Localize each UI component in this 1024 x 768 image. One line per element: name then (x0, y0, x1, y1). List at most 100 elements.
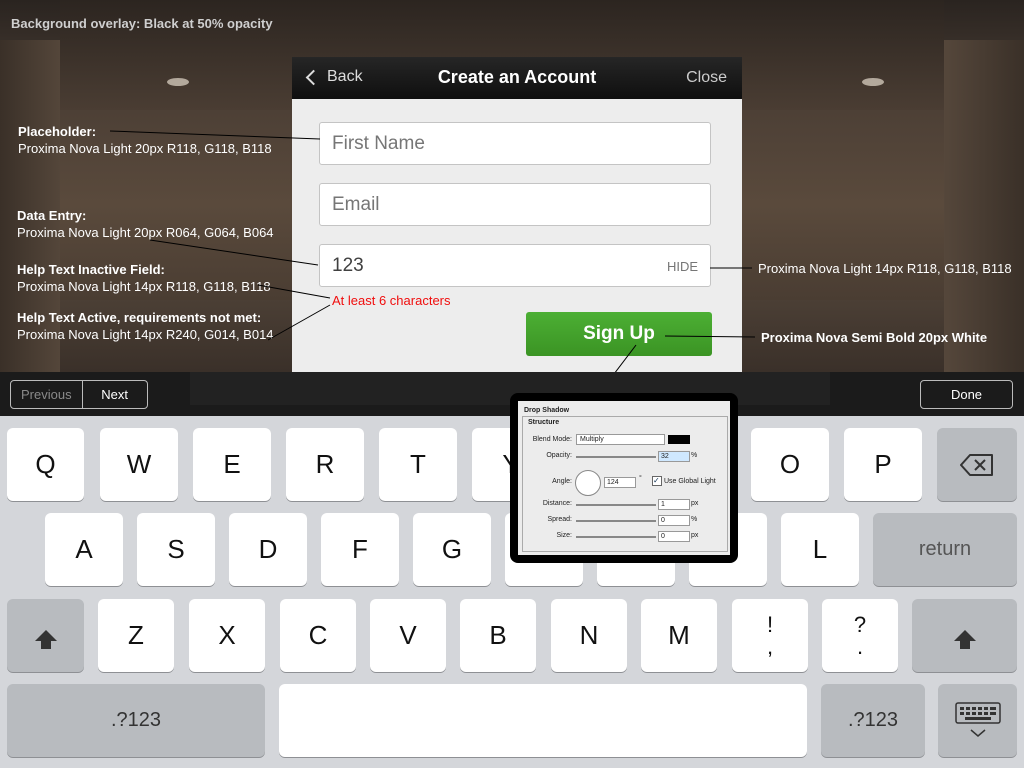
size-slider[interactable] (576, 536, 656, 538)
key-w[interactable]: W (100, 428, 178, 501)
key-c[interactable]: C (280, 599, 356, 672)
key-a[interactable]: A (45, 513, 123, 586)
distance-input[interactable]: 1 (658, 499, 690, 510)
section-title: Structure (528, 419, 560, 426)
size-input[interactable]: 0 (658, 531, 690, 542)
size-label: Size: (556, 532, 572, 539)
shadow-color-swatch[interactable] (668, 435, 690, 444)
key-z[interactable]: Z (98, 599, 174, 672)
shift-key-right[interactable] (912, 599, 1017, 672)
drop-shadow-settings-panel: Drop Shadow Structure Blend Mode: Multip… (510, 393, 738, 563)
done-button[interactable]: Done (920, 380, 1013, 409)
data-entry-note-title: Data Entry: (17, 208, 87, 223)
help-active-note: Help Text Active, requirements not met: … (17, 309, 274, 343)
key-d[interactable]: D (229, 513, 307, 586)
distance-slider[interactable] (576, 504, 656, 506)
spread-input[interactable]: 0 (658, 515, 690, 526)
right-wall (944, 40, 1024, 372)
sign-up-button[interactable]: Sign Up (526, 312, 712, 356)
placeholder-note-title: Placeholder: (18, 124, 97, 139)
key-x[interactable]: X (189, 599, 265, 672)
key-exclaim-label: ! (766, 611, 774, 637)
key-o[interactable]: O (751, 428, 829, 501)
key-m[interactable]: M (641, 599, 717, 672)
previous-button[interactable]: Previous (11, 381, 83, 408)
key-r[interactable]: R (286, 428, 364, 501)
key-comma-label: , (766, 633, 774, 659)
spread-unit: % (691, 516, 698, 523)
global-light-label: Use Global Light (664, 478, 716, 485)
button-spec-note: Proxima Nova Semi Bold 20px White (761, 330, 988, 345)
modal-title: Create an Account (437, 67, 597, 87)
hide-password-toggle[interactable]: HIDE (667, 259, 698, 274)
first-name-field[interactable] (319, 122, 711, 165)
ceiling-light (862, 78, 884, 86)
key-f[interactable]: F (321, 513, 399, 586)
key-t[interactable]: T (379, 428, 457, 501)
password-field[interactable]: HIDE (319, 244, 711, 287)
space-bar[interactable] (279, 684, 807, 757)
shift-key-left[interactable] (7, 599, 84, 672)
opacity-input[interactable]: 32 (658, 451, 690, 462)
blend-mode-label: Blend Mode: (532, 436, 572, 443)
blend-mode-select[interactable]: Multiply (576, 434, 665, 445)
overlay-note: Background overlay: Black at 50% opacity (11, 16, 273, 31)
email-field[interactable] (319, 183, 711, 226)
spread-label: Spread: (547, 516, 572, 523)
prev-next-control: Previous Next (10, 380, 148, 409)
drop-shadow-panel-body: Drop Shadow Structure Blend Mode: Multip… (518, 401, 730, 555)
hide-spec-note: Proxima Nova Light 14px R118, G118, B118 (758, 261, 1012, 276)
global-light-checkbox[interactable]: ✓ (652, 476, 662, 486)
angle-label: Angle: (552, 478, 572, 485)
distance-unit: px (691, 500, 699, 507)
key-question-period[interactable]: ? . (822, 599, 898, 672)
close-button[interactable]: Close (686, 69, 727, 87)
opacity-unit: % (691, 452, 698, 459)
help-inactive-note: Help Text Inactive Field: Proxima Nova L… (17, 261, 271, 295)
key-n[interactable]: N (551, 599, 627, 672)
shift-icon (953, 630, 976, 649)
key-l[interactable]: L (781, 513, 859, 586)
email-input[interactable] (320, 184, 664, 225)
placeholder-note-desc: Proxima Nova Light 20px R118, G118, B118 (18, 141, 272, 156)
key-exclaim-comma[interactable]: ! , (732, 599, 808, 672)
key-p[interactable]: P (844, 428, 922, 501)
size-unit: px (691, 532, 699, 539)
key-question-label: ? (853, 611, 867, 637)
spread-slider[interactable] (576, 520, 656, 522)
angle-input[interactable]: 124 (604, 477, 636, 488)
numbers-key-left[interactable]: .?123 (7, 684, 265, 757)
panel-title: Drop Shadow (524, 407, 570, 414)
opacity-label: Opacity: (546, 452, 572, 459)
help-inactive-note-desc: Proxima Nova Light 14px R118, G118, B118 (17, 279, 271, 294)
help-inactive-note-title: Help Text Inactive Field: (17, 262, 165, 277)
help-active-note-title: Help Text Active, requirements not met: (17, 310, 262, 325)
opacity-slider[interactable] (576, 456, 656, 458)
dismiss-keyboard-key[interactable] (938, 684, 1017, 757)
create-account-modal: Back Create an Account Close HIDE At lea… (292, 57, 742, 373)
key-b[interactable]: B (460, 599, 536, 672)
next-button[interactable]: Next (83, 381, 147, 408)
data-entry-note-desc: Proxima Nova Light 20px R064, G064, B064 (17, 225, 274, 240)
password-help-text: At least 6 characters (332, 293, 451, 308)
placeholder-note: Placeholder: Proxima Nova Light 20px R11… (18, 123, 272, 157)
first-name-input[interactable] (320, 123, 664, 164)
key-g[interactable]: G (413, 513, 491, 586)
key-v[interactable]: V (370, 599, 446, 672)
ceiling-light (167, 78, 189, 86)
angle-unit: ° (639, 475, 642, 482)
key-period-label: . (856, 633, 864, 659)
help-active-note-desc: Proxima Nova Light 14px R240, G014, B014 (17, 327, 274, 342)
key-s[interactable]: S (137, 513, 215, 586)
key-q[interactable]: Q (7, 428, 84, 501)
data-entry-note: Data Entry: Proxima Nova Light 20px R064… (17, 207, 274, 241)
shift-icon (34, 630, 57, 649)
backspace-key[interactable] (937, 428, 1017, 501)
keyboard-dismiss-icon (954, 701, 1001, 737)
numbers-key-right[interactable]: .?123 (821, 684, 925, 757)
key-e[interactable]: E (193, 428, 271, 501)
password-input[interactable] (320, 245, 664, 286)
distance-label: Distance: (542, 500, 572, 507)
return-key[interactable]: return (873, 513, 1017, 586)
angle-dial[interactable] (575, 470, 601, 496)
